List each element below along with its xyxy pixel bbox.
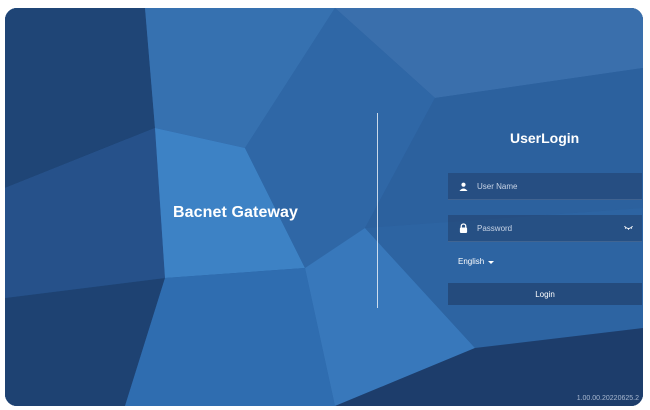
background-polygons [5, 8, 643, 406]
caret-down-icon [488, 260, 495, 264]
login-window: Bacnet Gateway UserLogin English Login 1… [5, 8, 643, 406]
login-title: UserLogin [510, 130, 580, 146]
vertical-divider [377, 113, 378, 308]
lock-icon [457, 222, 469, 234]
eye-toggle-icon[interactable] [622, 223, 634, 233]
brand-title: Bacnet Gateway [173, 204, 299, 221]
login-button[interactable]: Login [448, 283, 642, 305]
language-dropdown[interactable]: English [458, 257, 495, 266]
username-input[interactable] [477, 181, 642, 191]
version-label: 1.00.00.20220625.2 [576, 395, 639, 402]
username-field[interactable] [448, 173, 642, 200]
password-input[interactable] [477, 223, 622, 233]
user-icon [457, 180, 469, 192]
password-field[interactable] [448, 215, 642, 242]
language-label: English [458, 257, 485, 266]
